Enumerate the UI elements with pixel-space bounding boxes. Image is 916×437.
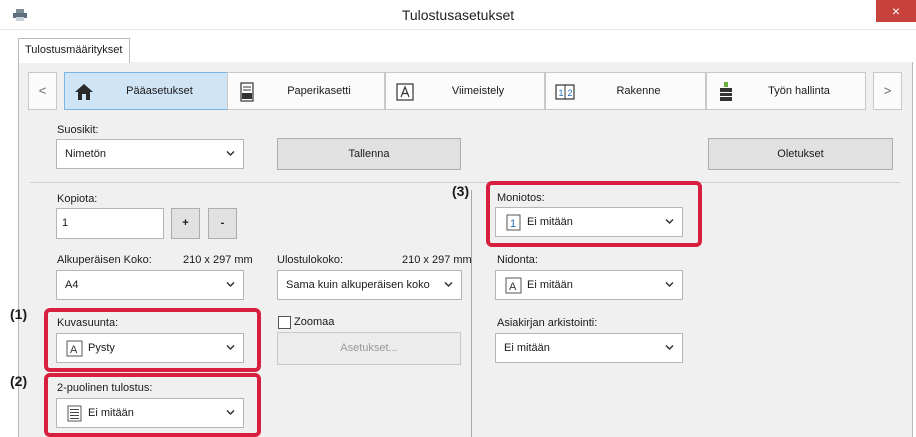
callout-label-2: (2) — [10, 373, 28, 389]
window-title: Tulostusasetukset — [401, 7, 515, 23]
original-size-dropdown[interactable]: A4 — [56, 270, 244, 300]
paper-tray-icon — [240, 82, 254, 102]
chevron-down-icon — [226, 150, 235, 157]
nav-prev-button[interactable]: < — [28, 72, 57, 110]
svg-text:2: 2 — [568, 88, 573, 98]
chevron-down-icon — [226, 281, 235, 288]
favorites-label: Suosikit: — [57, 124, 99, 136]
defaults-button[interactable]: Oletukset — [708, 138, 893, 170]
binding-dropdown[interactable]: A Ei mitään — [495, 270, 683, 300]
nav-tab-finishing[interactable]: Viimeistely — [385, 72, 545, 110]
nav-tab-main-settings[interactable]: Pääasetukset — [64, 72, 229, 110]
output-size-dropdown[interactable]: Sama kuin alkuperäisen koko — [277, 270, 462, 300]
nav-tab-label: Pääasetukset — [126, 85, 193, 97]
binding-value: Ei mitään — [527, 279, 573, 291]
chevron-down-icon — [444, 281, 453, 288]
nav-tab-label: Rakenne — [616, 85, 661, 97]
output-size-label: Ulostulokoko: — [277, 254, 344, 266]
callout-box-orientation — [44, 308, 261, 372]
nav-tab-label: Paperikasetti — [287, 85, 351, 97]
svg-text:A: A — [509, 281, 517, 293]
copies-value: 1 — [62, 217, 69, 229]
callout-label-3: (3) — [452, 183, 470, 199]
archiving-value: Ei mitään — [504, 342, 550, 354]
copies-increment-button[interactable]: + — [171, 208, 200, 239]
output-size-dimensions: 210 x 297 mm — [402, 254, 472, 266]
copies-input[interactable]: 1 — [56, 208, 164, 239]
zoom-settings-button[interactable]: Asetukset... — [277, 332, 461, 365]
chevron-down-icon — [665, 281, 674, 288]
favorites-dropdown[interactable]: Nimetön — [56, 139, 244, 169]
original-size-label: Alkuperäisen Koko: — [57, 254, 152, 266]
save-button[interactable]: Tallenna — [277, 138, 461, 170]
zoom-label: Zoomaa — [294, 316, 335, 328]
binding-label: Nidonta: — [497, 254, 538, 266]
category-nav: < Pääasetukset Paperikasetti Viimeistely… — [28, 72, 906, 111]
title-bar: Tulostusasetukset × — [0, 0, 916, 30]
chevron-down-icon — [665, 344, 674, 351]
nav-tab-layout[interactable]: 1 2 Rakenne — [545, 72, 706, 110]
nav-tab-paper-tray[interactable]: Paperikasetti — [227, 72, 385, 110]
favorites-value: Nimetön — [65, 148, 106, 160]
tab-print-settings[interactable]: Tulostusmääritykset — [18, 38, 130, 63]
job-control-icon — [720, 82, 732, 101]
original-size-dimensions: 210 x 297 mm — [183, 254, 253, 266]
layout-icon: 1 2 — [555, 84, 575, 100]
close-button[interactable]: × — [876, 0, 916, 22]
callout-box-duplex — [44, 373, 261, 437]
home-icon — [75, 84, 93, 100]
original-size-value: A4 — [65, 279, 79, 291]
nav-next-button[interactable]: > — [873, 72, 902, 110]
nav-tab-label: Työn hallinta — [768, 85, 830, 97]
archiving-dropdown[interactable]: Ei mitään — [495, 333, 683, 363]
finishing-icon — [396, 83, 414, 101]
column-divider — [471, 190, 472, 437]
svg-text:1: 1 — [559, 88, 564, 98]
output-size-value: Sama kuin alkuperäisen koko — [286, 279, 430, 291]
archiving-label: Asiakirjan arkistointi: — [497, 317, 598, 329]
callout-label-1: (1) — [10, 306, 28, 322]
binding-icon: A — [505, 277, 522, 294]
copies-label: Kopiota: — [57, 193, 98, 205]
nav-tab-label: Viimeistely — [451, 85, 505, 97]
nav-tab-job-control[interactable]: Työn hallinta — [706, 72, 866, 110]
copies-decrement-button[interactable]: - — [208, 208, 237, 239]
callout-box-n-up — [486, 181, 702, 247]
zoom-checkbox[interactable] — [278, 316, 291, 329]
